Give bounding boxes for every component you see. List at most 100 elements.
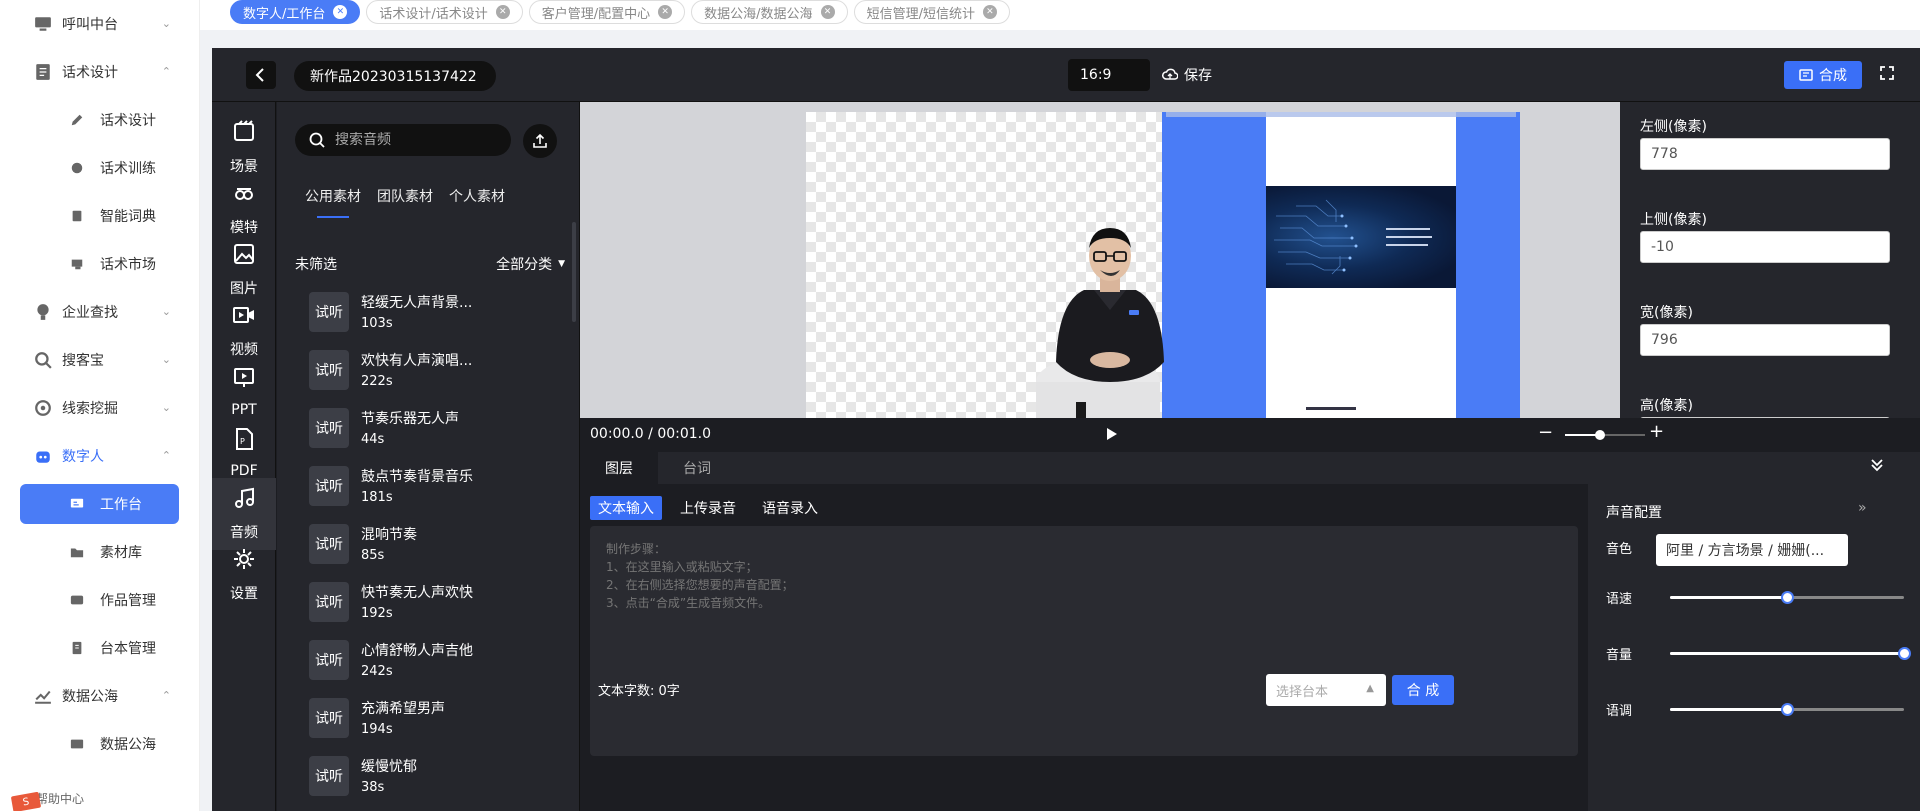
preview-button[interactable]: 试听 <box>309 350 349 390</box>
preview-button[interactable]: 试听 <box>309 292 349 332</box>
tab-item[interactable]: 客户管理/配置中心 ✕ <box>528 0 686 24</box>
chevron-up-icon: ⌃ <box>161 449 171 462</box>
double-chevron-right-icon[interactable]: » <box>1858 500 1867 516</box>
property-input[interactable] <box>1640 231 1890 263</box>
compose-button[interactable]: 合成 <box>1784 61 1862 89</box>
aspect-ratio-select[interactable]: 16:9 <box>1068 59 1150 91</box>
layer-tab[interactable]: 台词 <box>658 452 736 484</box>
zoom-slider-thumb[interactable] <box>1595 430 1605 440</box>
close-icon[interactable]: ✕ <box>820 5 835 19</box>
tab-item[interactable]: 数据公海/数据公海 ✕ <box>691 0 848 24</box>
audio-duration: 38s <box>361 780 385 795</box>
sidebar-item[interactable]: 话术设计 <box>0 96 199 144</box>
audio-item[interactable]: 试听 鼓点节奏背景音乐 181s <box>309 462 559 514</box>
sidebar-item[interactable]: 数据公海 ⌃ <box>0 672 199 720</box>
preview-button[interactable]: 试听 <box>309 524 349 564</box>
speed-slider-thumb[interactable] <box>1781 591 1794 604</box>
preview-canvas[interactable] <box>806 112 1520 418</box>
digital-human[interactable] <box>1036 192 1184 418</box>
zoom-in-button[interactable]: + <box>1649 421 1664 442</box>
asset-tab[interactable]: 团队素材 <box>377 186 433 206</box>
preview-button[interactable]: 试听 <box>309 698 349 738</box>
pitch-slider[interactable] <box>1670 703 1904 716</box>
sidebar-item[interactable]: 工作台 <box>20 484 179 524</box>
upload-button[interactable] <box>523 124 557 158</box>
category-select[interactable]: 全部分类 ▼ <box>496 254 565 274</box>
close-icon[interactable]: ✕ <box>333 5 348 19</box>
audio-item[interactable]: 试听 快节奏无人声欢快 192s <box>309 578 559 630</box>
tab-item[interactable]: 短信管理/短信统计 ✕ <box>853 0 1010 24</box>
sidebar-item[interactable]: 搜客宝 ⌄ <box>0 336 199 384</box>
playback-bar: 00:00.0 / 00:01.0 − + <box>580 418 1920 452</box>
sidebar-item[interactable]: 素材库 <box>0 528 199 576</box>
pitch-slider-thumb[interactable] <box>1781 703 1794 716</box>
sidebar-item-label: 话术市场 <box>100 257 156 273</box>
save-button[interactable]: 保存 <box>1162 65 1212 85</box>
close-icon[interactable]: ✕ <box>982 5 997 19</box>
sidebar-item[interactable]: 话术训练 <box>0 144 199 192</box>
preview-button[interactable]: 试听 <box>309 640 349 680</box>
close-icon[interactable]: ✕ <box>495 5 510 19</box>
audio-item[interactable]: 试听 缓慢忧郁 38s <box>309 752 559 804</box>
project-name[interactable]: 新作品20230315137422 <box>294 61 496 91</box>
preview-button[interactable]: 试听 <box>309 756 349 796</box>
tab-label: 数据公海/数据公海 <box>704 6 813 22</box>
asset-scrollbar[interactable] <box>572 222 576 322</box>
audio-item[interactable]: 试听 节奏乐器无人声 44s <box>309 404 559 456</box>
zoom-out-button[interactable]: − <box>1538 422 1553 443</box>
sidebar-item[interactable]: 呼叫中台 ⌄ <box>0 0 199 48</box>
save-label: 保存 <box>1184 68 1212 84</box>
play-button[interactable] <box>1106 427 1118 445</box>
property-input[interactable] <box>1640 138 1890 170</box>
tab-label: 话术设计/话术设计 <box>379 6 488 22</box>
chevron-left-icon <box>255 68 264 82</box>
audio-item[interactable]: 试听 心情舒畅人声吉他 242s <box>309 636 559 688</box>
asset-tab[interactable]: 个人素材 <box>449 186 505 206</box>
volume-slider-thumb[interactable] <box>1898 647 1911 660</box>
tab-item[interactable]: 数字人/工作台 ✕ <box>230 0 361 24</box>
input-mode-tab[interactable]: 上传录音 <box>672 496 744 520</box>
input-mode-tab[interactable]: 文本输入 <box>590 496 662 520</box>
layer-tab[interactable]: 图层 <box>580 452 658 484</box>
sidebar-item[interactable]: 台本管理 <box>0 624 199 672</box>
sidebar-item[interactable]: 话术市场 <box>0 240 199 288</box>
preview-button[interactable]: 试听 <box>309 466 349 506</box>
sidebar-item[interactable]: 企业查找 ⌄ <box>0 288 199 336</box>
zoom-slider[interactable] <box>1565 430 1645 440</box>
sidebar-item[interactable]: 数字人 ⌃ <box>0 432 199 480</box>
script-textarea[interactable] <box>590 526 1578 756</box>
sidebar-item[interactable]: 话术设计 ⌃ <box>0 48 199 96</box>
asset-tab[interactable]: 公用素材 <box>305 186 361 218</box>
chevron-down-icon: ⌄ <box>161 401 171 414</box>
fullscreen-button[interactable] <box>1880 66 1894 84</box>
sidebar-item-label: 话术训练 <box>100 161 156 177</box>
close-icon[interactable]: ✕ <box>658 5 673 19</box>
pitch-row: 语调 <box>1606 696 1906 726</box>
collapse-button[interactable] <box>1870 458 1884 476</box>
tab-item[interactable]: 话术设计/话术设计 ✕ <box>366 0 523 24</box>
circuit-image[interactable] <box>1266 186 1456 288</box>
audio-item[interactable]: 试听 轻缓无人声背景... 103s <box>309 288 559 340</box>
sidebar-item[interactable]: 数据公海 <box>0 720 199 768</box>
market-icon <box>70 257 84 271</box>
speed-slider-fill <box>1670 596 1787 599</box>
property-input[interactable] <box>1640 324 1890 356</box>
audio-search[interactable] <box>295 124 511 156</box>
background-shape-right <box>1456 112 1520 418</box>
tool-settings[interactable]: 设置 <box>212 539 276 611</box>
audio-item[interactable]: 试听 混响节奏 85s <box>309 520 559 572</box>
audio-search-input[interactable] <box>335 132 495 148</box>
sidebar-item[interactable]: 线索挖掘 ⌄ <box>0 384 199 432</box>
audio-item[interactable]: 试听 充满希望男声 194s <box>309 694 559 746</box>
scene-icon <box>232 120 256 148</box>
audio-item[interactable]: 试听 欢快有人声演唱... 222s <box>309 346 559 398</box>
sidebar-item[interactable]: 智能词典 <box>0 192 199 240</box>
preview-button[interactable]: 试听 <box>309 582 349 622</box>
speed-slider[interactable] <box>1670 591 1904 604</box>
preview-button[interactable]: 试听 <box>309 408 349 448</box>
input-mode-tab[interactable]: 语音录入 <box>754 496 826 520</box>
sidebar-item[interactable]: 作品管理 <box>0 576 199 624</box>
volume-slider[interactable] <box>1670 647 1911 660</box>
back-button[interactable] <box>246 61 276 89</box>
timbre-select[interactable]: 阿里 / 方言场景 / 姗姗(... <box>1656 534 1848 566</box>
